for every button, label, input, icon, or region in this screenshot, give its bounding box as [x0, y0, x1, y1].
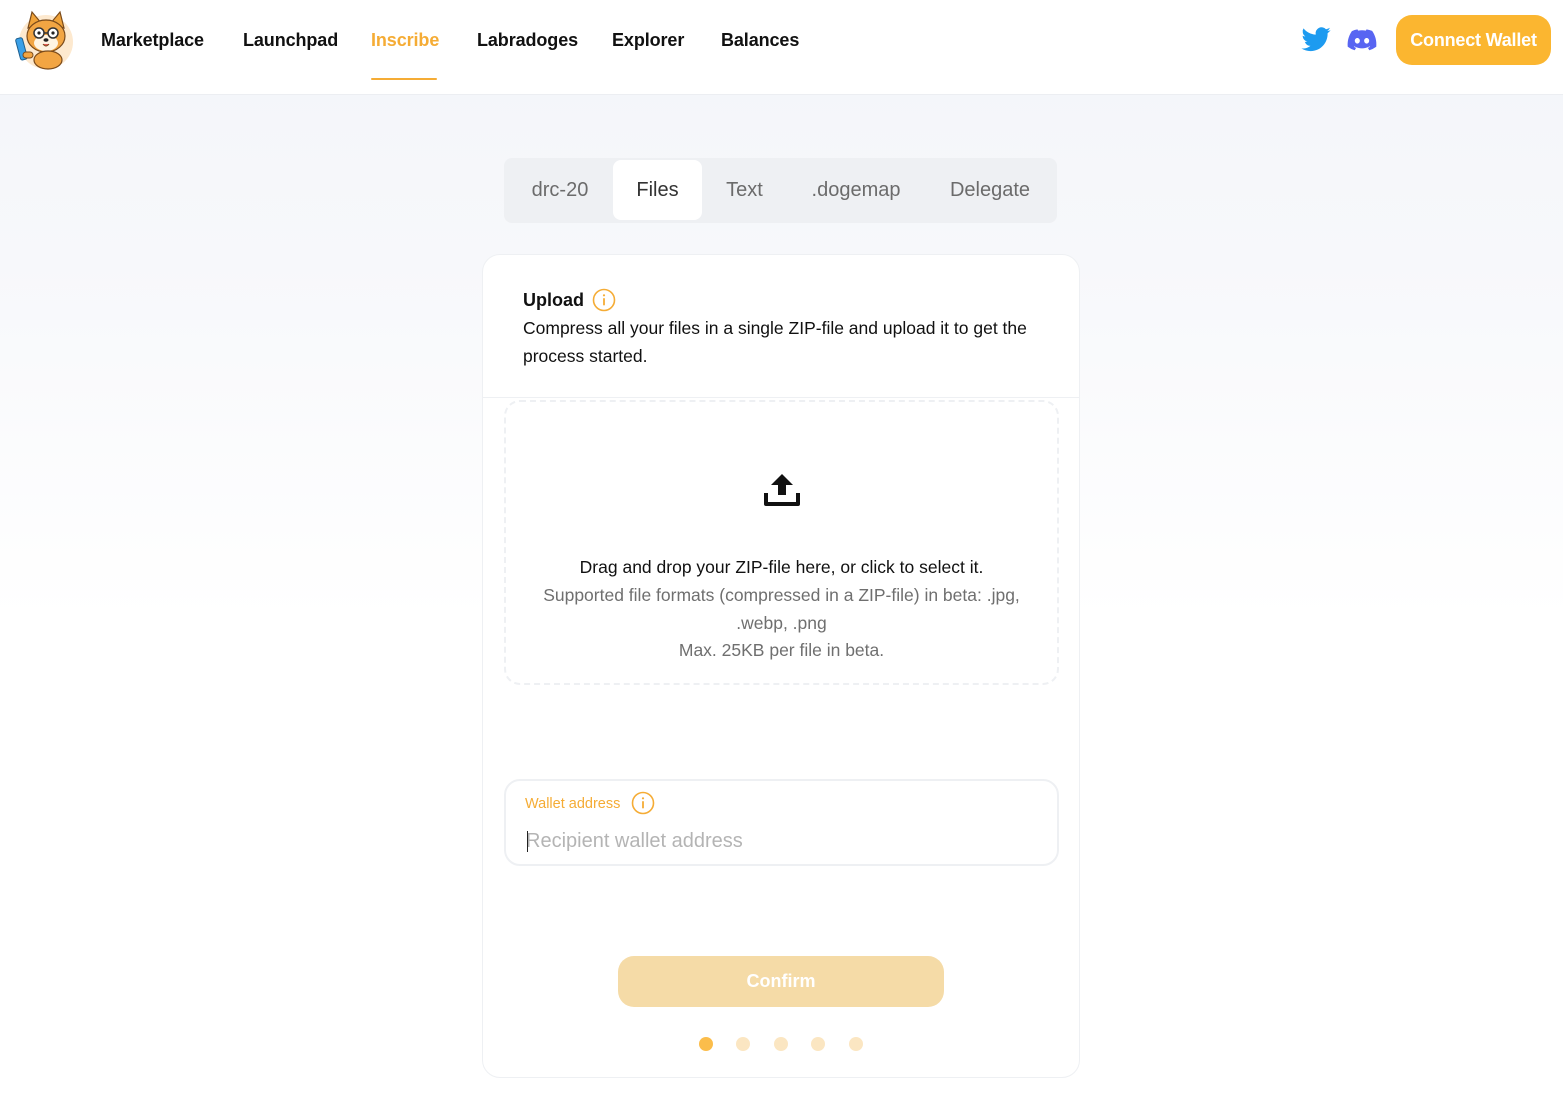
text-cursor [527, 831, 528, 852]
upload-card: Upload Compress all your files in a sing… [482, 254, 1080, 1078]
confirm-button[interactable]: Confirm [618, 956, 944, 1007]
upload-description: Compress all your files in a single ZIP-… [523, 318, 1027, 366]
dropzone-max-size: Max. 25KB per file in beta. [678, 640, 885, 660]
dropzone-instruction: Drag and drop your ZIP-file here, or cli… [579, 557, 984, 577]
upload-info-icon[interactable] [592, 288, 616, 312]
connect-wallet-button[interactable]: Connect Wallet [1396, 15, 1551, 65]
tab-drc20[interactable]: drc-20 [512, 160, 608, 220]
upload-title: Upload [523, 290, 584, 310]
nav-item-launchpad[interactable]: Launchpad [243, 30, 338, 51]
tab-delegate[interactable]: Delegate [934, 160, 1046, 220]
step-dot-4[interactable] [811, 1037, 825, 1051]
nav-item-explorer[interactable]: Explorer [612, 30, 684, 51]
step-dot-5[interactable] [849, 1037, 863, 1051]
nav-item-marketplace[interactable]: Marketplace [101, 30, 204, 51]
wallet-address-field: Wallet address [504, 779, 1059, 866]
tab-files[interactable]: Files [613, 160, 702, 220]
nav-item-balances[interactable]: Balances [721, 30, 799, 51]
wallet-address-label: Wallet address [525, 796, 621, 812]
wallet-address-input[interactable] [526, 825, 1036, 857]
divider [483, 397, 1079, 398]
nav-item-inscribe[interactable]: Inscribe [371, 30, 439, 51]
nav-item-labradoges[interactable]: Labradoges [477, 30, 578, 51]
doge-mascot-logo-icon [15, 10, 73, 70]
upload-icon [762, 470, 802, 510]
dropzone-supported-formats: Supported file formats (compressed in a … [543, 585, 1020, 633]
twitter-icon[interactable] [1300, 24, 1332, 56]
active-nav-indicator [371, 78, 437, 80]
inscribe-type-tabs: drc-20 Files Text .dogemap Delegate [504, 158, 1057, 223]
step-dot-1[interactable] [699, 1037, 713, 1051]
tab-text[interactable]: Text [707, 160, 782, 220]
step-dot-2[interactable] [736, 1037, 750, 1051]
logo[interactable] [14, 8, 78, 72]
tab-dogemap[interactable]: .dogemap [795, 160, 917, 220]
top-navigation-bar: Marketplace Launchpad Inscribe Labradoge… [0, 0, 1563, 95]
discord-icon[interactable] [1346, 24, 1378, 56]
step-dot-3[interactable] [774, 1037, 788, 1051]
wallet-info-icon[interactable] [631, 791, 655, 815]
zip-dropzone[interactable]: Drag and drop your ZIP-file here, or cli… [504, 400, 1059, 685]
